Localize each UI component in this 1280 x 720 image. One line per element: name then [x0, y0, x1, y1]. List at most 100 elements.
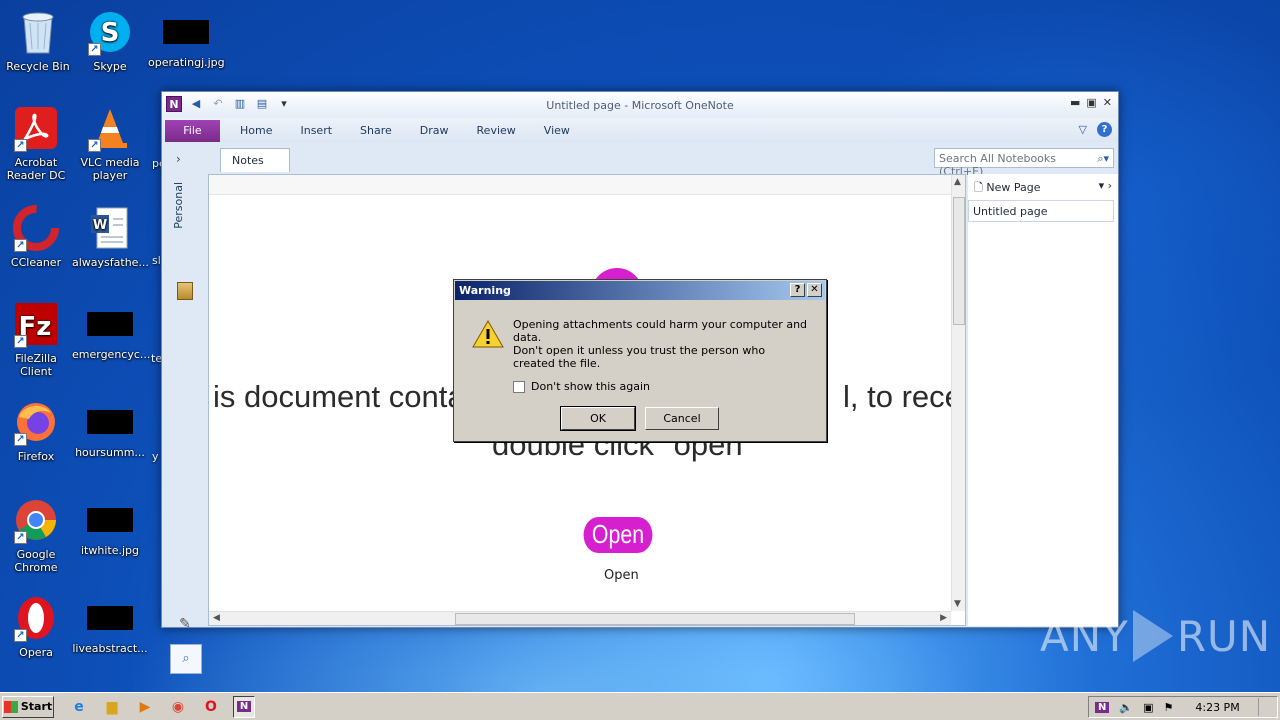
- page-item[interactable]: Untitled page: [968, 200, 1114, 222]
- desktop-icon-chrome[interactable]: ↗ Google Chrome: [0, 496, 74, 574]
- scroll-up-icon[interactable]: ▲: [954, 177, 961, 187]
- tab-share[interactable]: Share: [346, 120, 406, 142]
- desktop-icon-label: Firefox: [17, 450, 55, 463]
- tab-review[interactable]: Review: [463, 120, 530, 142]
- scroll-right-icon[interactable]: ▶: [940, 613, 947, 623]
- network-icon[interactable]: ▣: [1143, 701, 1153, 714]
- page-title-strip: [209, 175, 951, 195]
- desktop-icon-label: Google Chrome: [14, 548, 58, 574]
- new-page-icon: 🗋: [974, 181, 983, 194]
- dont-show-again-checkbox[interactable]: Don't show this again: [513, 380, 650, 393]
- image-file-icon: [163, 20, 209, 44]
- dialog-close-button[interactable]: ✕: [807, 283, 822, 297]
- dock-icon[interactable]: ▥: [232, 96, 248, 112]
- tab-draw[interactable]: Draw: [406, 120, 463, 142]
- customize-dropdown-icon[interactable]: ▾: [276, 96, 292, 112]
- desktop-icon-label: Acrobat Reader DC: [6, 156, 66, 182]
- tab-view[interactable]: View: [530, 120, 584, 142]
- help-button[interactable]: ?: [790, 283, 805, 297]
- desktop-icon-skype[interactable]: S ↗ Skype: [72, 8, 148, 73]
- onenote-taskbar-icon[interactable]: N: [233, 695, 255, 718]
- back-icon[interactable]: ◀: [188, 96, 204, 112]
- open-caption[interactable]: Open: [604, 568, 639, 583]
- taskbar: Start e ▆ ▶ ◉ O N N 🔈 ▣ ⚑ 4:23 PM: [0, 692, 1280, 720]
- word-doc-icon: W: [86, 204, 134, 252]
- desktop-icon-recycle-bin[interactable]: Recycle Bin: [0, 8, 76, 73]
- scroll-down-icon[interactable]: ▼: [954, 599, 961, 609]
- horizontal-scrollbar[interactable]: ◀ ▶: [209, 611, 951, 625]
- desktop-icon-label: itwhite.jpg: [81, 544, 139, 557]
- expand-nav-icon[interactable]: ›: [176, 152, 181, 166]
- expand-ribbon-icon[interactable]: ▽: [1079, 123, 1087, 136]
- desktop-icon-firefox[interactable]: ↗ Firefox: [0, 398, 74, 463]
- unfiled-notes-icon[interactable]: ✎: [174, 616, 196, 638]
- cancel-button[interactable]: Cancel: [645, 407, 719, 430]
- desktop-icon-itwhite[interactable]: itwhite.jpg: [72, 496, 148, 557]
- desktop-icon-label: Recycle Bin: [6, 60, 70, 73]
- new-page-button[interactable]: 🗋 New Page ▾ ›: [968, 174, 1118, 196]
- play-icon: [1132, 610, 1173, 662]
- volume-icon[interactable]: 🔈: [1119, 701, 1133, 714]
- desktop-icon-hoursumm[interactable]: hoursumm...: [72, 398, 148, 459]
- action-center-flag-icon[interactable]: ⚑: [1163, 701, 1173, 714]
- desktop-icon-label: alwaysfathe...: [72, 256, 149, 269]
- warning-icon: [472, 320, 504, 348]
- close-icon[interactable]: ✕: [1103, 96, 1112, 109]
- desktop-icon-ccleaner[interactable]: ↗ CCleaner: [0, 204, 74, 269]
- notebook-label[interactable]: Personal: [172, 182, 185, 229]
- search-input[interactable]: Search All Notebooks (Ctrl+E) ⌕▾: [934, 148, 1114, 178]
- desktop-icon-label: Skype: [93, 60, 127, 73]
- chrome-taskbar-icon[interactable]: ◉: [167, 696, 189, 718]
- desktop-icon-operatingj[interactable]: operatingj.jpg: [148, 8, 225, 69]
- desktop-icon-acrobat[interactable]: ↗ Acrobat Reader DC: [0, 104, 74, 182]
- desktop-icon-emergencyc[interactable]: emergencyc...: [72, 300, 150, 361]
- dialog-message: Opening attachments could harm your comp…: [513, 318, 808, 344]
- open-attachment-button[interactable]: Open: [583, 517, 653, 553]
- checkbox-label[interactable]: Don't show this again: [531, 380, 650, 393]
- new-page-dropdown-icon[interactable]: ▾ ›: [1099, 179, 1112, 192]
- notebook-icon[interactable]: [177, 282, 193, 300]
- onenote-tray-icon[interactable]: N: [1095, 701, 1110, 713]
- start-button[interactable]: Start: [2, 695, 54, 718]
- hscroll-thumb[interactable]: [455, 613, 855, 625]
- document-text-left: is document contai: [213, 379, 472, 414]
- media-player-icon[interactable]: ▶: [134, 696, 156, 718]
- desktop-icon-vlc[interactable]: ↗ VLC media player: [72, 104, 148, 182]
- desktop-icon-liveabstract[interactable]: liveabstract...: [72, 594, 148, 655]
- vertical-scrollbar[interactable]: ▲ ▼: [951, 175, 965, 611]
- clock[interactable]: 4:23 PM: [1195, 701, 1239, 714]
- ok-button[interactable]: OK: [560, 406, 636, 431]
- new-page-label: New Page: [986, 181, 1041, 194]
- undo-icon[interactable]: ↶: [210, 96, 226, 112]
- desktop-icon-label: Opera: [19, 646, 53, 659]
- notebook-pane: › Personal ✎ ⌕: [164, 146, 204, 674]
- tab-insert[interactable]: Insert: [286, 120, 346, 142]
- scroll-left-icon[interactable]: ◀: [213, 613, 220, 623]
- onenote-logo-icon[interactable]: N: [166, 96, 182, 112]
- desktop-icon-label: CCleaner: [10, 256, 62, 269]
- ie-icon[interactable]: e: [68, 696, 90, 718]
- opera-taskbar-icon[interactable]: O: [200, 696, 222, 718]
- tab-file[interactable]: File: [165, 120, 220, 142]
- search-icon[interactable]: ⌕▾: [1097, 152, 1109, 165]
- filezilla-icon: Fz ↗: [12, 300, 60, 348]
- tab-home[interactable]: Home: [226, 120, 286, 142]
- desktop-icon-alwaysfathe[interactable]: W alwaysfathe...: [72, 204, 149, 269]
- help-icon[interactable]: ?: [1097, 122, 1112, 137]
- ccleaner-icon: ↗: [12, 204, 60, 252]
- scroll-thumb[interactable]: [953, 197, 965, 325]
- checkbox-box[interactable]: [513, 380, 525, 393]
- minimize-icon[interactable]: ▬: [1070, 96, 1080, 109]
- desktop-icon-label: operatingj.jpg: [148, 56, 225, 69]
- section-tab-notes[interactable]: Notes: [220, 148, 290, 172]
- document-text-line: is document contai l, to receiv: [213, 379, 951, 415]
- full-page-icon[interactable]: ▤: [254, 96, 270, 112]
- desktop-icon-filezilla[interactable]: Fz ↗ FileZilla Client: [0, 300, 74, 378]
- anyrun-watermark: ANY RUN: [1040, 610, 1271, 662]
- show-desktop-button[interactable]: [1257, 698, 1268, 716]
- search-results-icon[interactable]: ⌕: [170, 644, 202, 674]
- desktop-icon-opera[interactable]: ↗ Opera: [0, 594, 74, 659]
- dialog-title: Warning: [459, 284, 511, 297]
- maximize-icon[interactable]: ▣: [1086, 96, 1096, 109]
- explorer-icon[interactable]: ▆: [101, 696, 123, 718]
